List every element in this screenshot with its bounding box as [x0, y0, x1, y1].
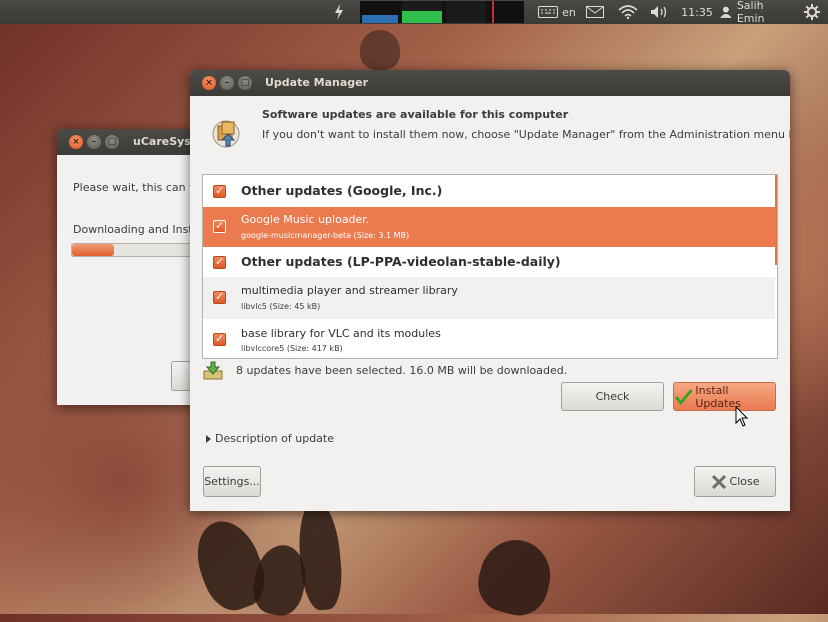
update-manager-icon: [208, 114, 244, 150]
group-label: Other updates (Google, Inc.): [241, 183, 443, 198]
maximize-icon[interactable]: □: [238, 76, 252, 90]
clock[interactable]: 11:35: [680, 0, 714, 24]
user-name: Salih Emin: [736, 0, 765, 25]
checkbox[interactable]: [213, 184, 226, 198]
messaging-indicator[interactable]: [584, 0, 606, 24]
network-indicator[interactable]: [616, 0, 640, 24]
list-item[interactable]: base library for VLC and its modules lib…: [203, 319, 775, 358]
update-manager-titlebar[interactable]: × – □ Update Manager: [190, 70, 790, 96]
envelope-icon: [586, 6, 604, 18]
speaker-icon: [651, 6, 667, 18]
ucare-progress-fill: [72, 244, 114, 256]
scrollbar[interactable]: [775, 175, 777, 265]
checkbox[interactable]: [213, 332, 226, 346]
package-detail: google-musicmanager-beta (Size: 3.1 MB): [241, 231, 410, 240]
triangle-right-icon: [206, 434, 211, 443]
description-label: Description of update: [215, 432, 335, 445]
wifi-icon: [618, 5, 638, 19]
session-indicator[interactable]: [802, 0, 822, 24]
package-name: multimedia player and streamer library: [241, 284, 458, 297]
mouse-cursor: [735, 405, 749, 428]
update-manager-window: × – □ Update Manager Software updates ar…: [190, 70, 790, 511]
list-item[interactable]: multimedia player and streamer library l…: [203, 277, 775, 319]
maximize-icon[interactable]: □: [105, 135, 119, 149]
minimize-icon[interactable]: –: [87, 135, 101, 149]
selection-summary: 8 updates have been selected. 16.0 MB wi…: [236, 364, 568, 377]
updates-list[interactable]: Other updates (Google, Inc.) Google Musi…: [202, 174, 778, 359]
description-expander[interactable]: Description of update: [206, 432, 334, 445]
group-header: Other updates (LP-PPA-videolan-stable-da…: [203, 247, 775, 277]
user-icon: [720, 6, 732, 18]
user-indicator[interactable]: Salih Emin: [720, 0, 794, 25]
ucare-progress-bar: [71, 243, 207, 257]
checkbox[interactable]: [213, 255, 226, 269]
keyboard-indicator[interactable]: en: [536, 0, 578, 24]
check-label: Check: [595, 390, 630, 403]
ucare-titlebar[interactable]: × – □ uCareSyste: [57, 129, 207, 155]
gear-icon: [804, 4, 820, 20]
ucare-message: Please wait, this can ta: [73, 181, 201, 194]
keyboard-icon: [538, 6, 559, 18]
ucare-window: × – □ uCareSyste Please wait, this can t…: [57, 129, 207, 405]
checkmark-icon: [674, 388, 693, 405]
group-header: Other updates (Google, Inc.): [203, 175, 775, 207]
package-detail: libvlccore5 (Size: 417 kB): [241, 344, 343, 353]
close-label: Close: [729, 475, 760, 488]
close-x-icon: [711, 474, 726, 489]
checkbox[interactable]: [213, 290, 226, 304]
keyboard-layout-label: en: [562, 5, 576, 19]
minimize-icon[interactable]: –: [220, 76, 234, 90]
close-icon[interactable]: ×: [202, 76, 216, 90]
settings-button[interactable]: Settings...: [203, 466, 261, 497]
install-updates-button[interactable]: Install Updates: [673, 382, 776, 411]
close-icon[interactable]: ×: [69, 135, 83, 149]
package-name: Google Music uploader.: [241, 213, 370, 226]
check-button[interactable]: Check: [561, 382, 664, 411]
power-indicator[interactable]: [332, 0, 346, 24]
package-name: base library for VLC and its modules: [241, 327, 441, 340]
list-item[interactable]: Google Music uploader. google-musicmanag…: [203, 207, 775, 247]
download-icon: [202, 361, 224, 381]
sound-indicator[interactable]: [648, 0, 672, 24]
group-label: Other updates (LP-PPA-videolan-stable-da…: [241, 254, 561, 269]
system-monitor-graph[interactable]: [360, 1, 524, 23]
lightning-icon: [335, 4, 343, 20]
checkbox[interactable]: [213, 219, 226, 233]
subheading: If you don't want to install them now, c…: [262, 128, 790, 141]
update-manager-title: Update Manager: [265, 76, 369, 89]
heading: Software updates are available for this …: [262, 108, 569, 121]
package-detail: libvlc5 (Size: 45 kB): [241, 302, 321, 311]
settings-label: Settings...: [204, 475, 260, 488]
ucare-status: Downloading and Instal: [73, 223, 203, 236]
close-button[interactable]: Close: [694, 466, 776, 497]
top-panel: en 11:35 Salih Emin: [0, 0, 828, 25]
